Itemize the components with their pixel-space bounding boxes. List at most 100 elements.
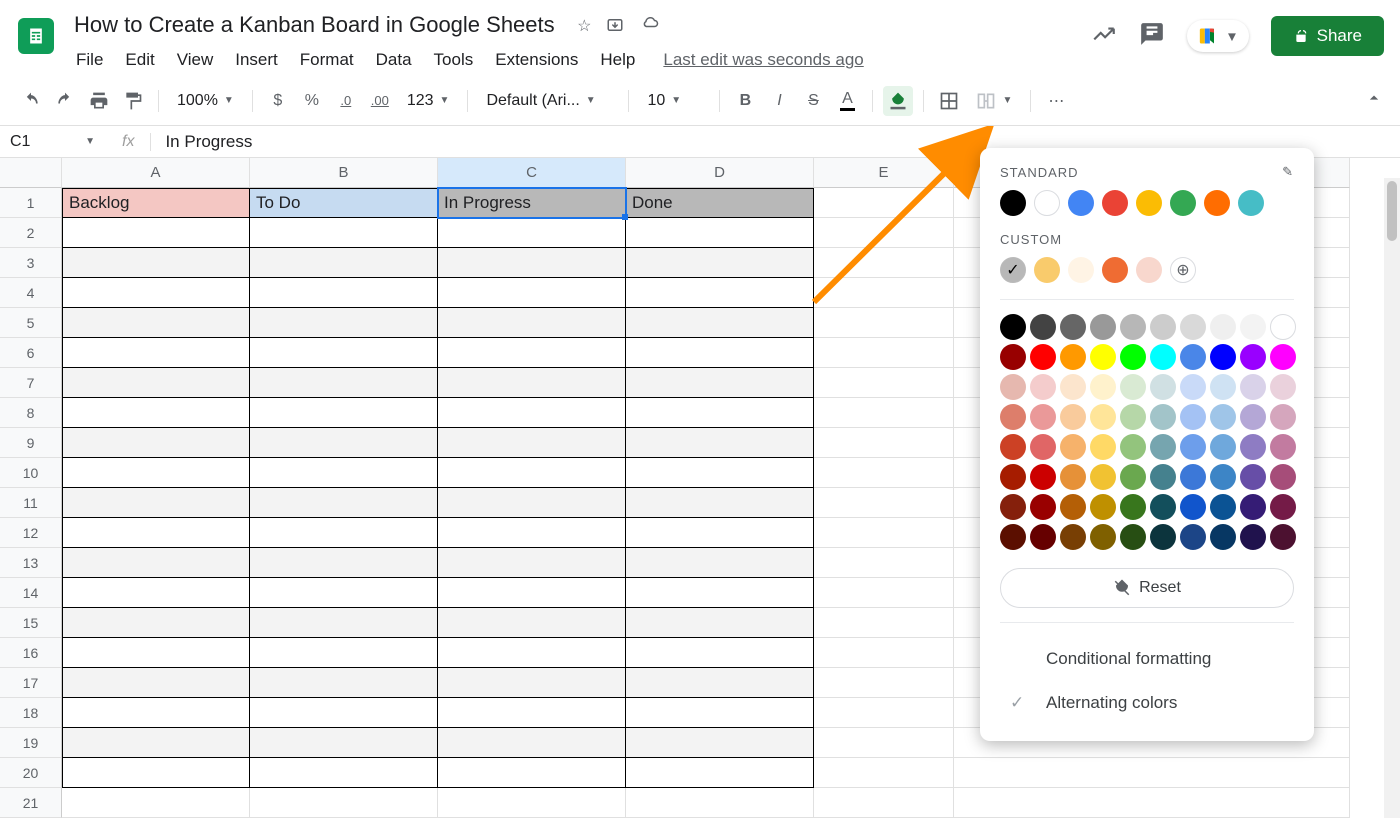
number-format-dropdown[interactable]: 123▼	[399, 86, 458, 116]
color-swatch[interactable]	[1210, 464, 1236, 490]
conditional-formatting-link[interactable]: Conditional formatting	[1000, 637, 1294, 681]
undo-button[interactable]	[16, 86, 46, 116]
cell[interactable]	[814, 488, 954, 518]
cell[interactable]	[814, 368, 954, 398]
sheets-logo[interactable]	[16, 10, 56, 62]
color-swatch[interactable]	[1150, 314, 1176, 340]
font-dropdown[interactable]: Default (Ari...▼	[478, 86, 618, 116]
color-swatch[interactable]	[1030, 314, 1056, 340]
collapse-toolbar-button[interactable]	[1364, 88, 1384, 113]
cell[interactable]	[250, 338, 438, 368]
cell[interactable]	[438, 668, 626, 698]
cell[interactable]	[250, 368, 438, 398]
cell[interactable]	[814, 248, 954, 278]
cell[interactable]	[62, 338, 250, 368]
color-swatch[interactable]	[1150, 464, 1176, 490]
cell[interactable]	[626, 728, 814, 758]
color-swatch[interactable]	[1060, 494, 1086, 520]
menu-view[interactable]: View	[169, 46, 222, 74]
color-swatch[interactable]	[1240, 434, 1266, 460]
cell[interactable]	[438, 218, 626, 248]
cloud-status-icon[interactable]	[639, 16, 661, 39]
cell[interactable]	[438, 488, 626, 518]
color-swatch[interactable]	[1150, 344, 1176, 370]
cell[interactable]	[250, 428, 438, 458]
column-header[interactable]: C	[438, 158, 626, 188]
row-header[interactable]: 17	[0, 668, 62, 698]
color-swatch[interactable]	[1210, 404, 1236, 430]
color-swatch[interactable]	[1150, 404, 1176, 430]
document-title[interactable]: How to Create a Kanban Board in Google S…	[68, 8, 561, 42]
color-swatch[interactable]	[1060, 344, 1086, 370]
color-swatch[interactable]	[1060, 464, 1086, 490]
color-swatch[interactable]	[1000, 314, 1026, 340]
color-swatch[interactable]: ✓	[1000, 257, 1026, 283]
cell[interactable]	[62, 608, 250, 638]
color-swatch[interactable]	[1240, 404, 1266, 430]
cell[interactable]	[814, 518, 954, 548]
cell[interactable]	[250, 668, 438, 698]
cell[interactable]	[62, 278, 250, 308]
print-button[interactable]	[84, 86, 114, 116]
color-swatch[interactable]	[1120, 314, 1146, 340]
cell[interactable]	[62, 308, 250, 338]
cell[interactable]	[626, 608, 814, 638]
cell[interactable]: To Do	[250, 188, 438, 218]
cell[interactable]	[250, 548, 438, 578]
color-swatch[interactable]	[1000, 374, 1026, 400]
row-header[interactable]: 8	[0, 398, 62, 428]
color-swatch[interactable]	[1210, 524, 1236, 550]
color-swatch[interactable]	[1030, 404, 1056, 430]
cell[interactable]	[626, 398, 814, 428]
cell[interactable]	[626, 518, 814, 548]
color-swatch[interactable]	[1090, 314, 1116, 340]
alternating-colors-link[interactable]: ✓Alternating colors	[1000, 681, 1294, 725]
cell[interactable]: Backlog	[62, 188, 250, 218]
cell[interactable]	[814, 398, 954, 428]
color-swatch[interactable]	[1270, 494, 1296, 520]
cell[interactable]	[626, 488, 814, 518]
cell[interactable]	[814, 458, 954, 488]
cell[interactable]	[626, 548, 814, 578]
row-header[interactable]: 12	[0, 518, 62, 548]
color-swatch[interactable]	[1270, 344, 1296, 370]
fill-color-button[interactable]	[883, 86, 913, 116]
color-swatch[interactable]	[1030, 464, 1056, 490]
color-swatch[interactable]	[1120, 464, 1146, 490]
row-header[interactable]: 3	[0, 248, 62, 278]
color-swatch[interactable]	[1000, 434, 1026, 460]
cell[interactable]	[814, 578, 954, 608]
row-header[interactable]: 13	[0, 548, 62, 578]
cell[interactable]	[62, 248, 250, 278]
cell[interactable]	[62, 638, 250, 668]
color-swatch[interactable]	[1210, 494, 1236, 520]
cell[interactable]	[814, 638, 954, 668]
cell[interactable]	[626, 218, 814, 248]
cell[interactable]	[250, 608, 438, 638]
cell[interactable]	[250, 758, 438, 788]
color-swatch[interactable]	[1090, 434, 1116, 460]
cell[interactable]	[626, 698, 814, 728]
row-header[interactable]: 11	[0, 488, 62, 518]
cell[interactable]	[814, 338, 954, 368]
color-swatch[interactable]	[1030, 374, 1056, 400]
color-swatch[interactable]	[1060, 374, 1086, 400]
color-swatch[interactable]	[1120, 404, 1146, 430]
cell[interactable]	[250, 278, 438, 308]
cell[interactable]	[250, 458, 438, 488]
cell[interactable]: In Progress	[438, 188, 626, 218]
color-swatch[interactable]	[1240, 344, 1266, 370]
color-swatch[interactable]	[1270, 464, 1296, 490]
color-swatch[interactable]	[1240, 314, 1266, 340]
color-swatch[interactable]	[1000, 190, 1026, 216]
cell[interactable]	[62, 218, 250, 248]
paint-format-button[interactable]	[118, 86, 148, 116]
row-header[interactable]: 19	[0, 728, 62, 758]
cell[interactable]	[62, 578, 250, 608]
column-header[interactable]: A	[62, 158, 250, 188]
cell[interactable]	[250, 578, 438, 608]
color-swatch[interactable]	[1060, 404, 1086, 430]
cell[interactable]	[438, 308, 626, 338]
color-swatch[interactable]	[1204, 190, 1230, 216]
cell[interactable]	[250, 788, 438, 818]
